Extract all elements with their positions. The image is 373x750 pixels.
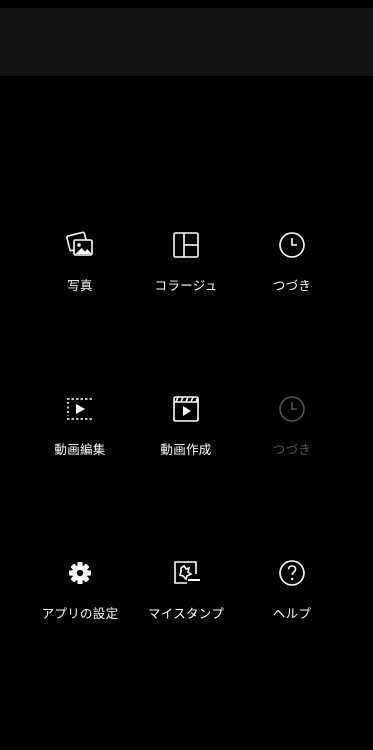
continue-button[interactable]: つづき (237, 230, 347, 340)
continue-disabled-label: つづき (272, 442, 312, 457)
clapperboard-icon (171, 394, 201, 424)
video-edit-icon (65, 394, 95, 424)
my-stamp-button[interactable]: マイスタンプ (131, 558, 241, 668)
collage-icon (171, 230, 201, 260)
photo-button[interactable]: 写真 (25, 230, 135, 340)
clock-icon (277, 394, 307, 424)
clock-icon (277, 230, 307, 260)
help-button[interactable]: ヘルプ (237, 558, 347, 668)
app-settings-button[interactable]: アプリの設定 (25, 558, 135, 668)
video-edit-label: 動画編集 (54, 442, 106, 457)
video-create-button[interactable]: 動画作成 (131, 394, 241, 504)
gear-icon (65, 558, 95, 588)
continue-label: つづき (272, 278, 312, 293)
photo-icon (65, 230, 95, 260)
stamp-icon (171, 558, 201, 588)
collage-label: コラージュ (154, 278, 218, 293)
menu-grid: 写真 コラージュ つづき 動画編集 動画作成 つづき アプリの設定 マイスタンプ… (0, 0, 373, 750)
continue-button-disabled: つづき (237, 394, 347, 504)
help-label: ヘルプ (272, 606, 312, 621)
help-icon (277, 558, 307, 588)
photo-label: 写真 (67, 278, 93, 293)
video-edit-button[interactable]: 動画編集 (25, 394, 135, 504)
app-settings-label: アプリの設定 (41, 606, 119, 621)
video-create-label: 動画作成 (160, 442, 212, 457)
collage-button[interactable]: コラージュ (131, 230, 241, 340)
my-stamp-label: マイスタンプ (147, 606, 225, 621)
